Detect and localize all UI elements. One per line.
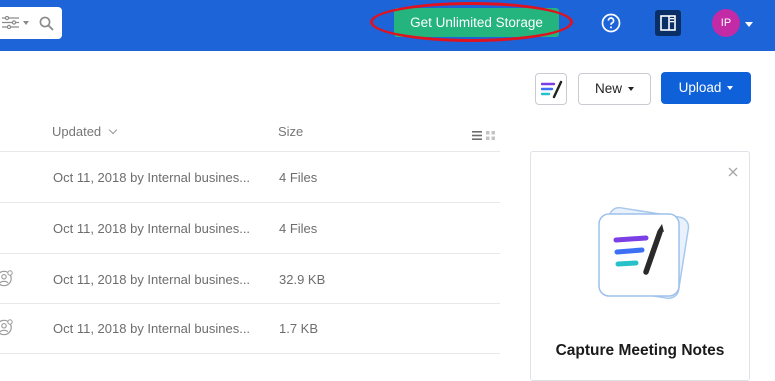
- sort-chevron-icon: [108, 125, 118, 135]
- avatar[interactable]: IP: [712, 9, 740, 37]
- side-panel-icon: [660, 15, 676, 31]
- row-size: 4 Files: [279, 221, 318, 236]
- table-row[interactable]: Oct 11, 2018 by Internal busines... 32.9…: [0, 254, 500, 304]
- box-notes-illustration-icon: [594, 206, 690, 307]
- side-panel-toggle-button[interactable]: [655, 10, 681, 36]
- chevron-down-icon: [628, 87, 634, 92]
- table-row[interactable]: Oct 11, 2018 by Internal busines... 4 Fi…: [0, 152, 500, 202]
- column-header-size[interactable]: Size: [278, 124, 303, 139]
- box-notes-button[interactable]: [535, 73, 567, 105]
- table-row[interactable]: Oct 11, 2018 by Internal busines... 1.7 …: [0, 304, 500, 354]
- divider: [0, 353, 500, 354]
- grid-view-icon[interactable]: [486, 127, 495, 145]
- get-unlimited-storage-button[interactable]: Get Unlimited Storage: [394, 8, 559, 37]
- promo-title: Capture Meeting Notes: [555, 342, 725, 359]
- search-icon[interactable]: [39, 16, 54, 36]
- column-header-updated-label: Updated: [52, 124, 102, 139]
- chevron-down-icon[interactable]: [745, 22, 753, 27]
- row-size: 32.9 KB: [279, 272, 326, 287]
- chevron-down-icon[interactable]: [23, 21, 29, 25]
- row-size: 1.7 KB: [279, 321, 319, 336]
- new-button[interactable]: New: [578, 73, 651, 105]
- close-icon[interactable]: [728, 164, 738, 182]
- column-header-updated[interactable]: Updated: [52, 124, 118, 139]
- upload-button[interactable]: Upload: [661, 72, 751, 104]
- row-updated: Oct 11, 2018 by Internal busines...: [53, 221, 251, 236]
- new-button-label: New: [594, 81, 622, 96]
- row-updated: Oct 11, 2018 by Internal busines...: [53, 272, 251, 287]
- help-circle-icon[interactable]: [601, 13, 621, 38]
- row-size: 4 Files: [279, 170, 318, 185]
- row-updated: Oct 11, 2018 by Internal busines...: [53, 321, 251, 336]
- table-row[interactable]: Oct 11, 2018 by Internal busines... 4 Fi…: [0, 203, 500, 253]
- box-notes-icon: [541, 80, 563, 99]
- upload-button-label: Upload: [678, 80, 722, 95]
- shared-user-icon[interactable]: [0, 270, 13, 292]
- search-box[interactable]: [0, 7, 62, 39]
- shared-user-icon[interactable]: [0, 319, 13, 341]
- chevron-down-icon: [727, 86, 734, 91]
- list-view-icon[interactable]: [472, 127, 482, 145]
- filter-icon[interactable]: [2, 15, 19, 34]
- top-bar: Get Unlimited Storage IP: [0, 0, 775, 51]
- row-updated: Oct 11, 2018 by Internal busines...: [53, 170, 251, 185]
